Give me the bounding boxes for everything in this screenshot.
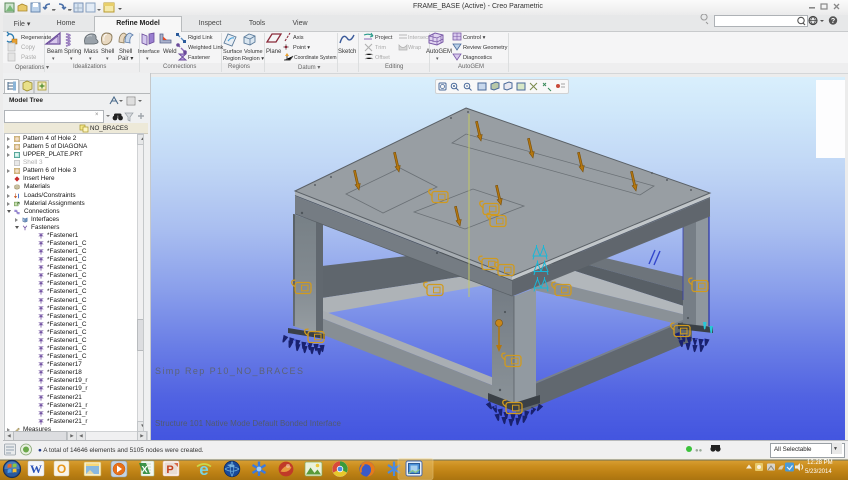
svg-text:▾: ▾ xyxy=(70,56,73,62)
svg-text:Diagnostics: Diagnostics xyxy=(463,55,492,61)
svg-text:Structure 101 Native Mode: Structure 101 Native Mode Default Bonded… xyxy=(155,419,341,428)
svg-text:Review Geometry: Review Geometry xyxy=(463,45,508,51)
svg-text:Weighted Link: Weighted Link xyxy=(188,45,224,51)
svg-text:O: O xyxy=(57,462,66,476)
svg-text:▾: ▾ xyxy=(89,56,92,62)
svg-text:Control ▾: Control ▾ xyxy=(463,35,486,41)
svg-text:X: X xyxy=(141,465,148,476)
svg-text:Spring: Spring xyxy=(64,49,81,55)
svg-text:Pair ▾: Pair ▾ xyxy=(118,56,133,62)
svg-text:▾: ▾ xyxy=(106,56,109,62)
svg-text:Plane: Plane xyxy=(266,49,282,55)
svg-text:Region ▾: Region ▾ xyxy=(242,56,264,62)
svg-text:Sketch: Sketch xyxy=(338,49,356,55)
svg-text:Beam: Beam xyxy=(47,49,63,55)
svg-text:Copy: Copy xyxy=(21,45,35,51)
svg-text:Simp Rep P10_NO_BRACES: Simp Rep P10_NO_BRACES xyxy=(155,366,304,376)
svg-text:Axis: Axis xyxy=(293,35,304,41)
svg-text:Mass: Mass xyxy=(84,49,98,55)
svg-text:Region: Region xyxy=(223,56,241,62)
svg-text:Paste: Paste xyxy=(21,55,37,61)
svg-text:Offset: Offset xyxy=(375,55,390,61)
svg-text:Intersect: Intersect xyxy=(408,35,430,41)
svg-text:Rigid Link: Rigid Link xyxy=(188,35,213,41)
svg-text:Interface: Interface xyxy=(138,49,160,55)
svg-text:Wrap: Wrap xyxy=(408,45,421,51)
svg-text:Regenerate: Regenerate xyxy=(21,35,51,41)
svg-text:▾: ▾ xyxy=(146,56,149,62)
svg-text:Weld: Weld xyxy=(163,49,177,55)
svg-text:Shell: Shell xyxy=(119,49,132,55)
svg-text:Coordinate System: Coordinate System xyxy=(294,55,337,61)
svg-text:Surface: Surface xyxy=(223,49,242,55)
svg-text:?: ? xyxy=(831,18,835,25)
svg-text:▾: ▾ xyxy=(436,56,439,62)
svg-text:Shell: Shell xyxy=(101,49,114,55)
svg-text:●●: ●● xyxy=(695,448,703,454)
svg-text:Trim: Trim xyxy=(375,45,386,51)
svg-text:P: P xyxy=(166,464,173,476)
svg-text:e: e xyxy=(199,460,208,479)
svg-text:▾: ▾ xyxy=(52,56,55,62)
svg-text:AutoGEM: AutoGEM xyxy=(426,49,452,55)
svg-text:Volume: Volume xyxy=(244,49,263,55)
svg-text:Fastener: Fastener xyxy=(188,55,210,61)
svg-text:Project: Project xyxy=(375,35,393,41)
svg-text:W: W xyxy=(30,462,42,476)
svg-text:Point ▾: Point ▾ xyxy=(293,45,310,51)
